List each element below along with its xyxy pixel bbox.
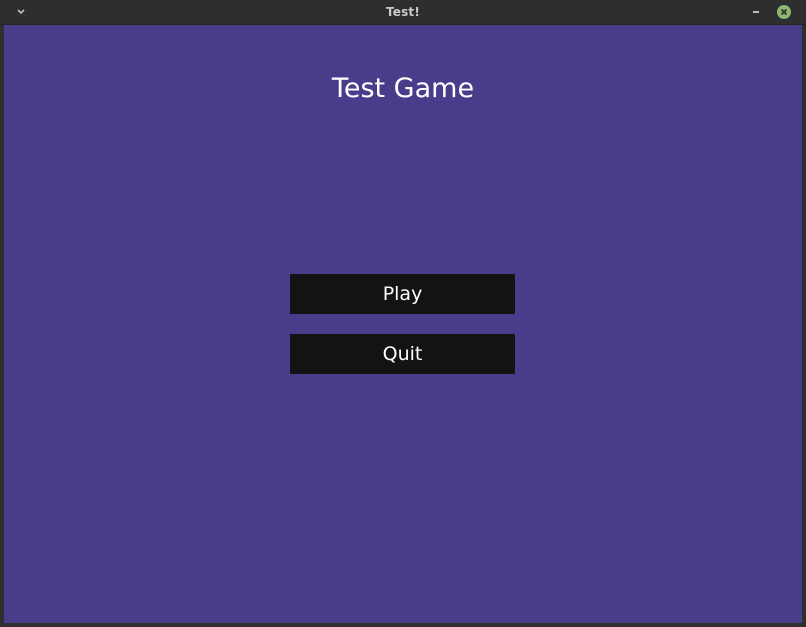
app-window: Test! Test Game Play Quit: [0, 0, 806, 627]
game-title: Test Game: [331, 73, 475, 104]
minimize-button[interactable]: [749, 4, 763, 18]
window-title: Test!: [385, 5, 421, 19]
title-bar[interactable]: Test!: [0, 0, 806, 25]
close-button[interactable]: [777, 5, 791, 19]
quit-button[interactable]: Quit: [290, 334, 515, 374]
game-canvas: Test Game Play Quit: [4, 25, 802, 623]
close-icon: [780, 8, 788, 16]
play-button[interactable]: Play: [290, 274, 515, 314]
